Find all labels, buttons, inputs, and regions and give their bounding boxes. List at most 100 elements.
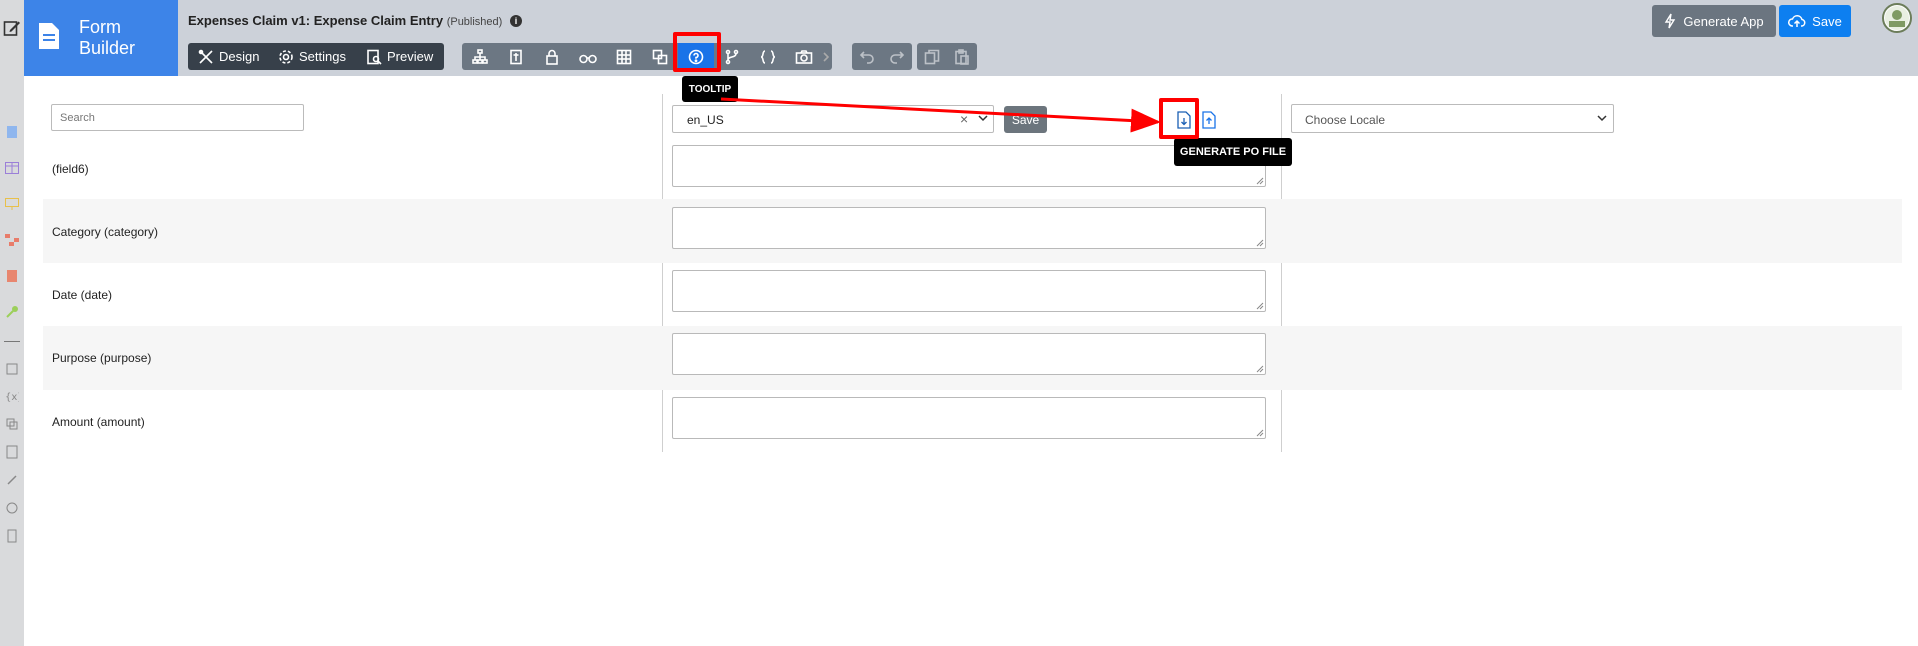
app-title-line2: Builder [79,38,136,58]
translation-textarea[interactable] [672,333,1266,375]
form-icon[interactable] [4,124,20,140]
report-icon[interactable] [4,268,20,284]
sidebar-divider [4,341,20,342]
locale-save-button[interactable]: Save [1004,106,1047,133]
copy-button[interactable] [917,43,947,70]
grid-button[interactable] [606,43,642,70]
chevron-down-icon[interactable] [978,114,988,122]
brand-block[interactable]: Form Builder [24,0,178,76]
tab-preview[interactable]: Preview [366,43,433,70]
form-title: Expenses Claim v1: Expense Claim Entry (… [188,13,522,28]
binoculars-button[interactable] [570,43,606,70]
tree-icon [472,48,488,64]
clear-icon[interactable]: × [960,111,968,127]
highlight-box [673,32,721,72]
form-title-text: Expenses Claim v1: Expense Claim Entry [188,13,444,28]
resize-handle-icon[interactable] [1256,239,1264,247]
translate-icon [652,49,668,64]
camera-icon [795,49,813,64]
column-divider [662,94,663,452]
translation-textarea[interactable] [672,397,1266,439]
cloud-upload-icon [1788,15,1806,27]
mode-tabs: Design Settings Preview [188,43,444,70]
app-title: Form Builder [79,17,135,59]
field-label: Purpose (purpose) [52,351,152,365]
save-button[interactable]: Save [1779,5,1851,37]
lock-button[interactable] [534,43,570,70]
branch-icon [725,49,739,64]
scroll-icon[interactable] [4,528,20,544]
avatar[interactable] [1882,3,1912,33]
binoculars-icon [579,54,597,63]
gear-icon [279,49,293,64]
translation-textarea[interactable] [672,207,1266,249]
clipboard-toolbar [917,43,977,70]
search-input[interactable] [51,104,304,131]
edit-icon[interactable] [2,20,22,36]
toolbar-tooltip: TOOLTIP [682,76,738,102]
choose-locale-select[interactable]: Choose Locale [1291,104,1614,133]
undo-button[interactable] [852,43,882,70]
resize-handle-icon[interactable] [1256,177,1264,185]
tab-settings[interactable]: Settings [278,43,346,70]
properties-icon [510,49,522,64]
builder-toolbar [462,43,832,70]
locale-select[interactable]: en_US × [672,105,994,133]
key-icon[interactable] [4,304,20,320]
toolbar-scroll-arrow[interactable] [820,43,832,70]
braces-button[interactable] [750,43,786,70]
copy-icon [924,49,940,64]
tab-preview-label: Preview [387,49,434,64]
history-toolbar [852,43,912,70]
table-icon[interactable] [4,160,20,176]
generate-app-button[interactable]: Generate App [1652,5,1776,37]
save-label: Save [1812,13,1842,29]
file-icon[interactable] [4,444,20,460]
chevron-right-icon [823,51,829,62]
resize-handle-icon[interactable] [1256,302,1264,310]
variable-icon[interactable]: {x} [4,388,20,404]
monitor-icon[interactable] [4,196,20,212]
choose-locale-label: Choose Locale [1305,113,1386,127]
translation-textarea[interactable] [672,270,1266,312]
tab-design-label: Design [219,49,260,64]
svg-text:{x}: {x} [5,392,19,402]
redo-icon [890,50,905,64]
redo-button[interactable] [882,43,912,70]
preview-icon [367,49,382,65]
plugin-icon[interactable] [4,472,20,488]
process-icon[interactable] [4,232,20,248]
generate-app-label: Generate App [1683,13,1764,29]
import-po-button[interactable] [1199,110,1219,130]
tab-settings-label: Settings [299,49,346,64]
datalist-icon[interactable] [4,416,20,432]
note-icon[interactable] [4,361,20,377]
left-sidebar: {x} [0,0,24,646]
form-status: (Published) [446,16,503,28]
dashboard-icon[interactable] [4,500,20,516]
paste-button[interactable] [947,43,977,70]
resize-handle-icon[interactable] [1256,429,1264,437]
file-upload-icon [1202,111,1216,129]
app-title-line1: Form [79,17,121,37]
po-tooltip: GENERATE PO FILE [1174,138,1292,166]
field-label: Category (category) [52,225,159,239]
field-label: Date (date) [52,288,113,302]
annotation-arrow [720,97,1161,133]
highlight-box [1159,98,1199,139]
locale-value: en_US [687,113,724,127]
field-label: Amount (amount) [52,415,145,429]
chevron-down-icon [1597,115,1607,122]
tab-design[interactable]: Design [198,43,259,70]
tree-button[interactable] [462,43,498,70]
paste-icon [955,48,969,65]
properties-button[interactable] [498,43,534,70]
camera-button[interactable] [786,43,822,70]
design-icon [198,49,213,64]
lock-icon [546,49,558,65]
undo-icon [859,50,874,64]
info-icon[interactable]: i [509,15,522,27]
resize-handle-icon[interactable] [1256,365,1264,373]
grid-icon [616,49,632,64]
document-icon [38,22,60,53]
